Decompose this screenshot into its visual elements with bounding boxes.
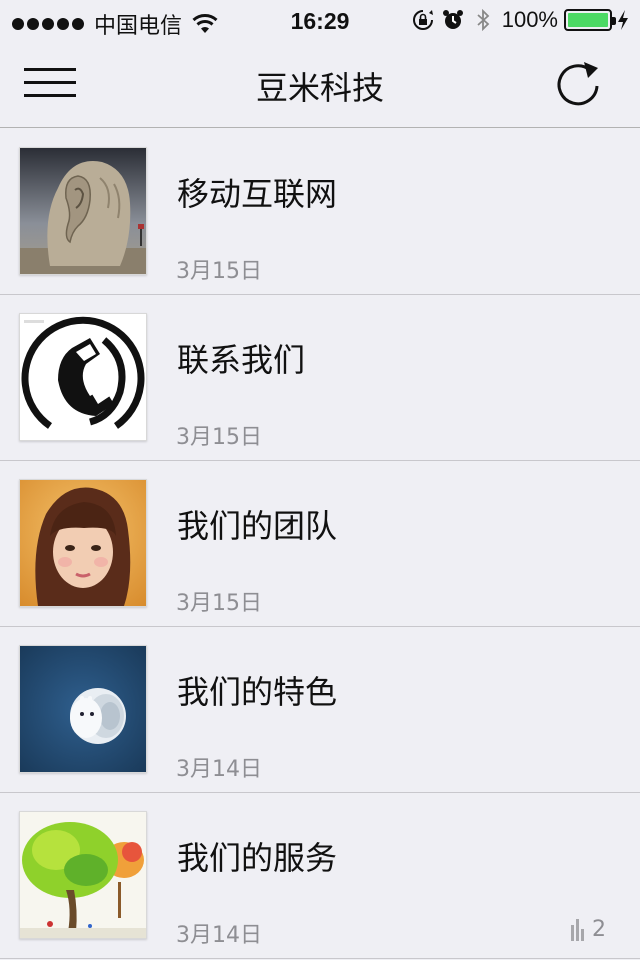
item-date: 3月14日 (176, 923, 262, 948)
item-date: 3月14日 (176, 757, 262, 782)
item-title: 联系我们 (177, 341, 306, 379)
list-item[interactable]: 我们的服务 3月14日 2 (0, 793, 640, 959)
toy-character-image (19, 645, 147, 773)
rotation-lock-icon (412, 10, 433, 30)
item-date: 3月15日 (176, 259, 262, 284)
item-title: 我们的特色 (177, 673, 338, 711)
bluetooth-icon (477, 9, 490, 31)
sculpture-ear-image (19, 147, 147, 275)
navigation-bar: 豆米科技 (0, 40, 640, 128)
bar-chart-icon (571, 918, 584, 941)
portrait-image (19, 479, 147, 607)
list-item[interactable]: 我们的团队 3月15日 (0, 461, 640, 627)
status-bar: 中国电信 16:29 100% (0, 0, 640, 40)
list-item[interactable]: 联系我们 3月15日 (0, 295, 640, 461)
alarm-icon (442, 10, 463, 29)
article-list: 移动互联网 3月15日 联系我们 3月15日 我们的团队 3月15日 我们的特色… (0, 129, 640, 959)
view-count-value: 2 (592, 917, 606, 942)
battery-icon (564, 9, 616, 31)
view-count: 2 (570, 917, 606, 942)
phone-logo-image (19, 313, 147, 441)
page-title: 豆米科技 (255, 69, 384, 107)
charging-icon (618, 10, 628, 30)
battery-percent: 100% (501, 7, 558, 32)
tree-painting-image (19, 811, 147, 939)
list-item[interactable]: 我们的特色 3月14日 (0, 627, 640, 793)
list-item[interactable]: 移动互联网 3月15日 (0, 129, 640, 295)
item-date: 3月15日 (176, 591, 262, 616)
refresh-icon[interactable] (554, 58, 604, 110)
item-title: 移动互联网 (177, 175, 338, 213)
item-date: 3月15日 (176, 425, 262, 450)
item-title: 我们的团队 (177, 507, 338, 545)
item-title: 我们的服务 (177, 839, 338, 877)
status-right: 100% (404, 7, 630, 33)
